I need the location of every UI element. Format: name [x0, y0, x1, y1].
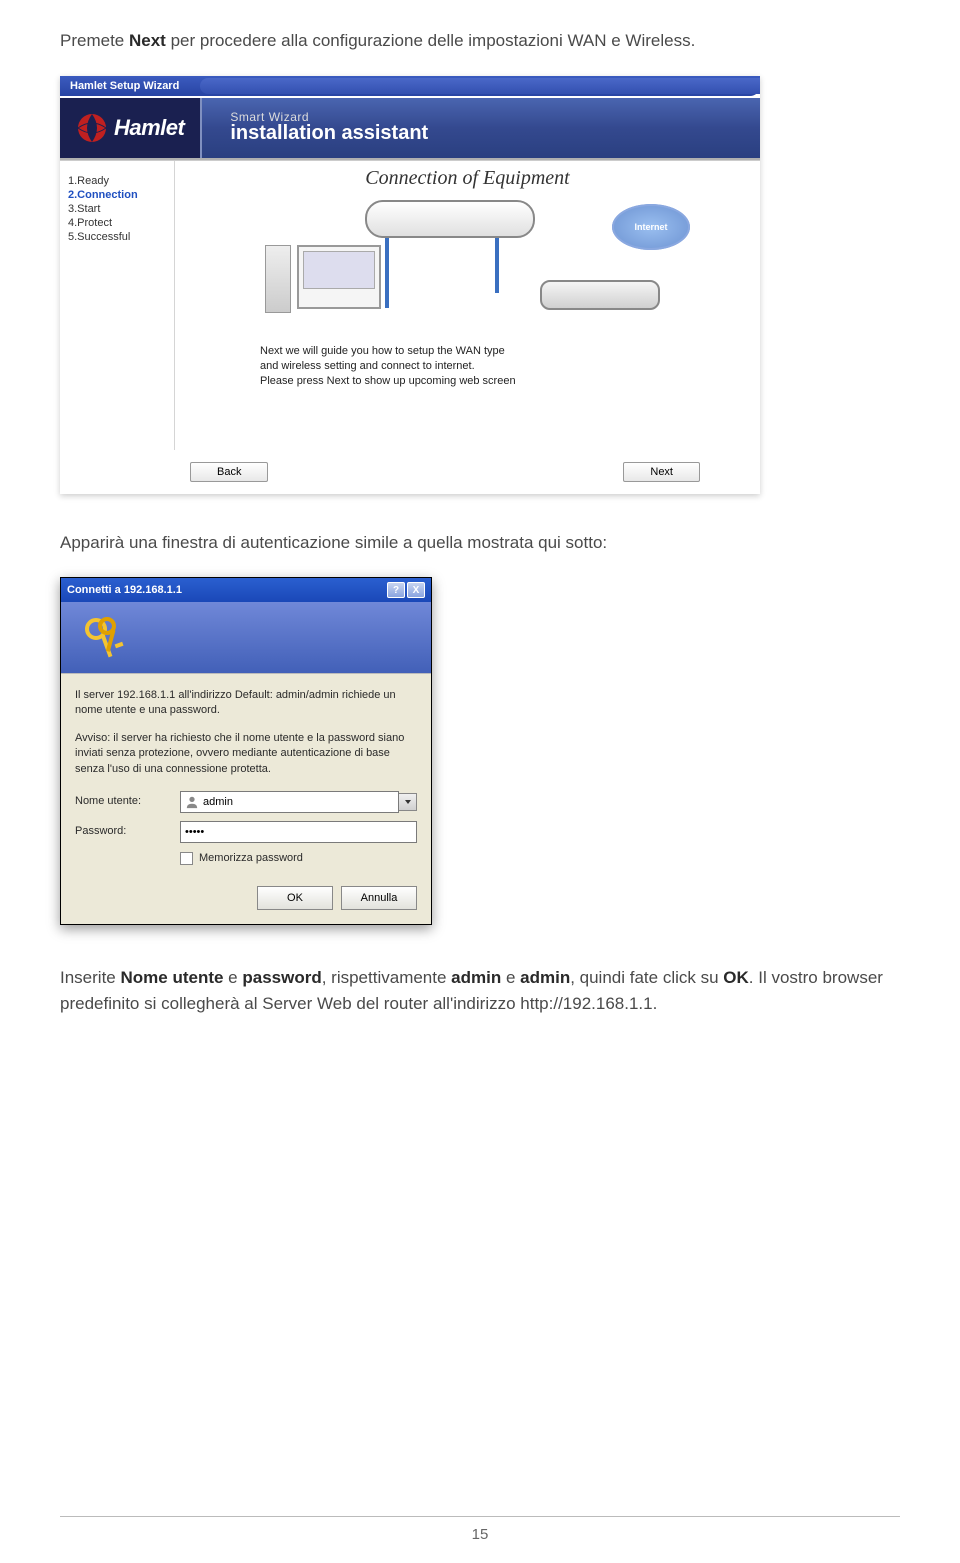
chevron-down-icon [404, 798, 412, 806]
outro-bold: admin [520, 968, 570, 987]
username-label: Nome utente: [75, 794, 180, 809]
wizard-instruction-line: Please press Next to show up upcoming we… [260, 374, 740, 389]
ok-button[interactable]: OK [257, 886, 333, 910]
auth-body: Il server 192.168.1.1 all'indirizzo Defa… [61, 674, 431, 876]
intro-paragraph: Premete Next per procedere alla configur… [60, 28, 900, 54]
auth-warning-text: Avviso: il server ha richiesto che il no… [75, 731, 417, 777]
outro-text: e [223, 968, 242, 987]
wizard-logo-text: Hamlet [114, 115, 184, 141]
wizard-header-big: installation assistant [230, 122, 428, 145]
username-input[interactable] [203, 796, 394, 808]
next-button[interactable]: Next [623, 462, 700, 482]
cloud-label: Internet [634, 222, 667, 232]
wizard-header-text: Smart Wizard installation assistant [230, 110, 428, 145]
password-label: Password: [75, 824, 180, 839]
user-icon [185, 795, 199, 809]
router-icon [365, 200, 535, 238]
wizard-logo: Hamlet [60, 98, 202, 158]
sidebar-step-5: 5.Successful [68, 231, 166, 243]
wizard-button-bar: Back Next [60, 450, 760, 494]
sidebar-step-3: 3.Start [68, 203, 166, 215]
mid-paragraph: Apparirà una finestra di autenticazione … [60, 530, 900, 556]
intro-post: per procedere alla configurazione delle … [166, 31, 695, 50]
wizard-window-title: Hamlet Setup Wizard [70, 80, 179, 92]
globe-icon [76, 112, 108, 144]
pc-tower-icon [265, 245, 291, 313]
sidebar-step-4: 4.Protect [68, 217, 166, 229]
wizard-sidebar: 1.Ready 2.Connection 3.Start 4.Protect 5… [60, 161, 175, 450]
outro-bold: Nome utente [120, 968, 223, 987]
connection-diagram: Internet [235, 200, 700, 330]
outro-text: , rispettivamente [322, 968, 451, 987]
close-button[interactable]: X [407, 582, 425, 598]
wizard-window: Hamlet Setup Wizard Hamlet Smart Wizard … [60, 76, 760, 494]
outro-bold: password [242, 968, 321, 987]
auth-button-bar: OK Annulla [61, 876, 431, 924]
sidebar-step-1: 1.Ready [68, 175, 166, 187]
outro-text: e [501, 968, 520, 987]
outro-text: Inserite [60, 968, 120, 987]
password-input[interactable] [185, 826, 412, 838]
cancel-button[interactable]: Annulla [341, 886, 417, 910]
remember-label: Memorizza password [199, 851, 303, 866]
outro-bold: admin [451, 968, 501, 987]
footer-divider [60, 1516, 900, 1517]
intro-pre: Premete [60, 31, 129, 50]
outro-text: , quindi fate click su [570, 968, 723, 987]
password-field-wrap[interactable] [180, 821, 417, 843]
cable-icon [385, 238, 389, 308]
help-button[interactable]: ? [387, 582, 405, 598]
modem-icon [540, 280, 660, 310]
wizard-main-title: Connection of Equipment [195, 167, 740, 190]
intro-bold-next: Next [129, 31, 166, 50]
outro-bold: OK [723, 968, 749, 987]
wizard-instruction: Next we will guide you how to setup the … [260, 344, 740, 390]
username-dropdown-button[interactable] [399, 793, 417, 811]
auth-titlebar: Connetti a 192.168.1.1 ? X [61, 578, 431, 602]
internet-cloud-icon: Internet [612, 204, 690, 250]
auth-dialog-title: Connetti a 192.168.1.1 [67, 584, 182, 596]
keys-icon [81, 614, 131, 664]
wizard-instruction-line: and wireless setting and connect to inte… [260, 359, 740, 374]
monitor-icon [297, 245, 381, 309]
auth-dialog: Connetti a 192.168.1.1 ? X Il server 192… [60, 577, 432, 925]
wizard-instruction-line: Next we will guide you how to setup the … [260, 344, 740, 359]
auth-server-info: Il server 192.168.1.1 all'indirizzo Defa… [75, 688, 417, 719]
cable-icon [495, 238, 499, 293]
back-button[interactable]: Back [190, 462, 268, 482]
wizard-main: Connection of Equipment Internet Next we… [175, 161, 760, 450]
page-number: 15 [0, 1526, 960, 1543]
auth-banner [61, 602, 431, 674]
sidebar-step-2: 2.Connection [68, 189, 166, 201]
username-combo[interactable] [180, 791, 399, 813]
wizard-header-banner: Hamlet Smart Wizard installation assista… [60, 96, 760, 160]
remember-checkbox[interactable] [180, 852, 193, 865]
cable-icon [385, 304, 389, 308]
wizard-titlebar: Hamlet Setup Wizard [60, 76, 760, 96]
outro-paragraph: Inserite Nome utente e password, rispett… [60, 965, 900, 1016]
